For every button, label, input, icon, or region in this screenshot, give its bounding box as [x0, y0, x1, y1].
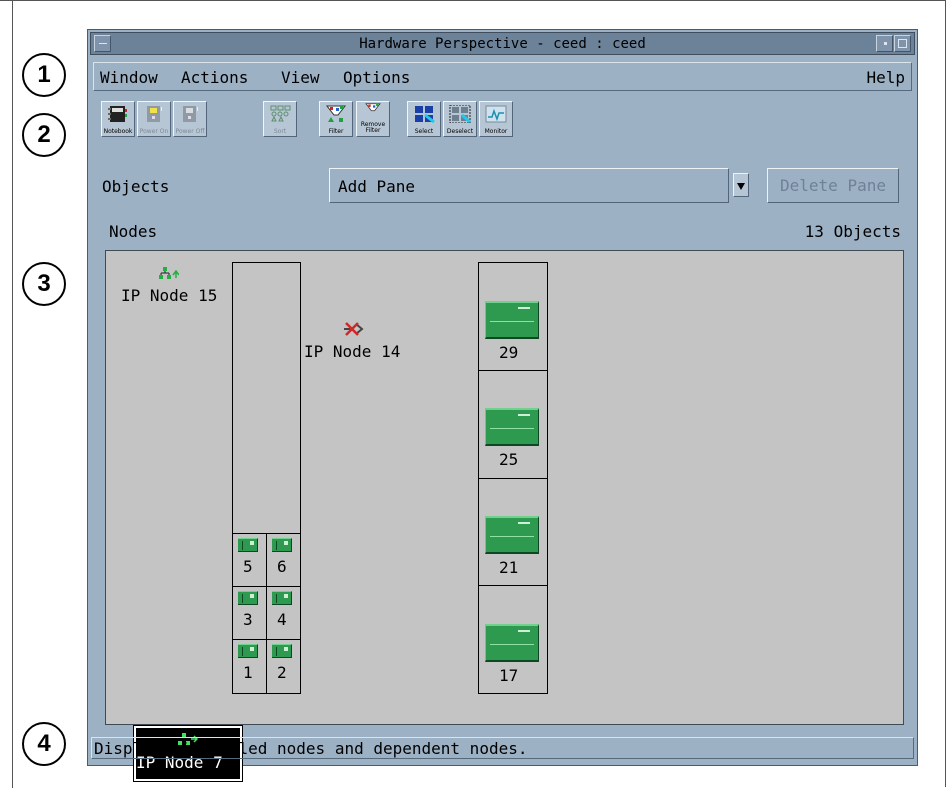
power-off-label: Power Off	[175, 128, 205, 135]
power-on-icon	[147, 106, 162, 122]
pane-dropdown-button[interactable]	[733, 173, 749, 197]
menu-options[interactable]: Options	[343, 68, 410, 87]
notebook-label: Notebook	[103, 128, 133, 135]
status-bar: Displays installed nodes and dependent n…	[91, 737, 914, 759]
status-text: Displays installed nodes and dependent n…	[94, 739, 528, 758]
power-off-button[interactable]: Power Off	[173, 101, 207, 137]
disconnected-node-icon	[344, 322, 364, 336]
menu-help[interactable]: Help	[866, 68, 905, 87]
add-pane-select[interactable]: Add Pane	[329, 168, 729, 203]
maximize-icon	[898, 39, 907, 48]
large-node-21[interactable]: 21	[479, 478, 547, 585]
notebook-button[interactable]: Notebook	[101, 101, 135, 137]
sort-icon	[270, 105, 291, 122]
pane-title: Nodes	[109, 222, 158, 241]
callout-2: 2	[22, 113, 66, 157]
small-node-frame: 5 6 3 4 1 2	[232, 262, 301, 694]
node-number: 3	[243, 610, 253, 629]
sort-label: Sort	[273, 128, 287, 135]
notebook-icon	[108, 106, 127, 122]
monitor-icon	[485, 105, 507, 123]
node-board-icon	[485, 624, 539, 662]
node-board-icon	[238, 538, 258, 552]
select-icon	[415, 106, 435, 123]
add-pane-value: Add Pane	[338, 177, 416, 196]
node-board-icon	[272, 591, 292, 605]
menu-view[interactable]: View	[281, 68, 320, 87]
ip-node-label: IP Node 14	[304, 342, 401, 361]
large-node-17[interactable]: 17	[479, 585, 547, 693]
chevron-down-icon	[737, 183, 745, 190]
power-on-button[interactable]: Power On	[137, 101, 171, 137]
maximize-button[interactable]	[894, 35, 911, 52]
node-board-icon	[485, 408, 539, 446]
deselect-button[interactable]: Deselect	[443, 101, 477, 137]
node-number: 1	[243, 663, 253, 682]
node-number: 17	[499, 666, 519, 685]
node-board-icon	[272, 644, 292, 658]
object-count: 13 Objects	[804, 222, 901, 241]
node-board-icon	[238, 591, 258, 605]
filter-button[interactable]: Filter	[319, 101, 353, 137]
large-node-25[interactable]: 25	[479, 370, 547, 478]
filter-icon	[325, 105, 347, 122]
deselect-label: Deselect	[446, 128, 474, 135]
nodes-pane[interactable]: IP Node 15 IP Node 14 IP Node 7 5 6 3 4 …	[105, 250, 904, 782]
menu-bar: Window Actions View Options Help	[93, 62, 912, 91]
node-number: 2	[277, 663, 287, 682]
remove-filter-label: Remove Filter	[360, 121, 386, 134]
node-number: 21	[499, 558, 519, 577]
delete-pane-button[interactable]: Delete Pane	[767, 168, 899, 203]
window-title: Hardware Perspective - ceed : ceed	[359, 36, 646, 52]
node-board-icon	[272, 538, 292, 552]
minimize-button[interactable]	[876, 35, 893, 52]
monitor-label: Monitor	[484, 128, 508, 135]
page-frame-rule	[12, 0, 13, 788]
node-number: 4	[277, 610, 287, 629]
ip-node-label: IP Node 15	[121, 286, 218, 305]
large-node-frame: 29 25 21 17	[478, 262, 548, 694]
node-board-icon	[485, 516, 539, 554]
deselect-icon	[449, 105, 471, 123]
node-board-icon	[485, 301, 539, 339]
power-off-icon	[183, 106, 198, 122]
node-number: 29	[499, 343, 519, 362]
node-number: 6	[277, 557, 287, 576]
select-button[interactable]: Select	[407, 101, 441, 137]
network-node-icon	[159, 267, 179, 279]
menu-window[interactable]: Window	[100, 68, 158, 87]
remove-filter-icon	[365, 103, 381, 112]
monitor-button[interactable]: Monitor	[479, 101, 513, 137]
node-number: 5	[243, 557, 253, 576]
callout-4: 4	[22, 722, 66, 766]
objects-label: Objects	[102, 177, 170, 196]
column-divider	[266, 533, 267, 693]
sort-button[interactable]: Sort	[263, 101, 297, 137]
remove-filter-button[interactable]: Remove Filter	[356, 101, 390, 137]
hardware-perspective-window: Hardware Perspective - ceed : ceed Windo…	[87, 29, 918, 782]
node-number: 25	[499, 450, 519, 469]
callout-1: 1	[22, 53, 66, 97]
callout-3: 3	[22, 262, 66, 306]
power-on-label: Power On	[139, 128, 169, 135]
minimize-icon	[884, 42, 887, 45]
node-board-icon	[238, 644, 258, 658]
title-bar[interactable]: Hardware Perspective - ceed : ceed	[90, 32, 915, 55]
menu-actions[interactable]: Actions	[181, 68, 248, 87]
select-label: Select	[414, 128, 434, 135]
filter-label: Filter	[328, 128, 344, 135]
